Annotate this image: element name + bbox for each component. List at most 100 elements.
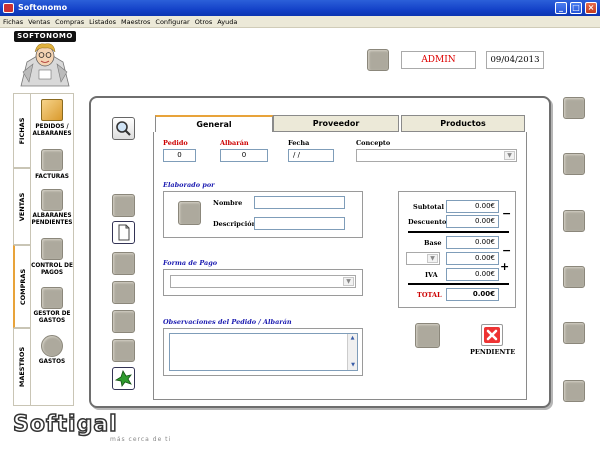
side-item-pedidos-albaranes[interactable]: PEDIDOS / ALBARANES bbox=[28, 124, 76, 138]
exit-icon bbox=[114, 370, 132, 387]
menu-listados[interactable]: Listados bbox=[89, 18, 116, 26]
user-badge: ADMIN bbox=[401, 51, 476, 69]
minus-sign: − bbox=[502, 244, 512, 257]
menu-fichas[interactable]: Fichas bbox=[3, 18, 23, 26]
minimize-button[interactable]: _ bbox=[555, 2, 567, 14]
observaciones-textarea[interactable]: ▲ ▼ bbox=[169, 333, 358, 371]
document-icon[interactable] bbox=[41, 238, 63, 260]
plus-sign: + bbox=[500, 260, 510, 273]
tab-maestros[interactable]: MAESTROS bbox=[13, 328, 30, 406]
descuento-input[interactable]: 0.00€ bbox=[446, 215, 499, 228]
descuento-label: Descuento bbox=[408, 218, 447, 226]
pending-status-button[interactable] bbox=[481, 324, 503, 346]
side-item-control-pagos[interactable]: CONTROL DE PAGOS bbox=[28, 263, 76, 277]
elaborado-title: Elaborado por bbox=[163, 181, 215, 189]
menu-maestros[interactable]: Maestros bbox=[121, 18, 150, 26]
minus-sign: − bbox=[502, 207, 512, 220]
iva-line bbox=[408, 283, 509, 285]
user-icon[interactable] bbox=[367, 49, 389, 71]
fecha-label: Fecha bbox=[288, 139, 310, 147]
document-icon[interactable] bbox=[41, 149, 63, 171]
action-icon[interactable] bbox=[112, 310, 135, 333]
folder-icon[interactable] bbox=[41, 99, 63, 121]
albaran-input[interactable]: 0 bbox=[220, 149, 268, 162]
side-item-facturas[interactable]: FACTURAS bbox=[28, 174, 76, 181]
concepto-label: Concepto bbox=[356, 139, 391, 147]
window-title: Softonomo bbox=[18, 3, 68, 12]
menu-ayuda[interactable]: Ayuda bbox=[217, 18, 237, 26]
iva-value: 0.00€ bbox=[446, 268, 499, 281]
action-icon[interactable] bbox=[563, 153, 585, 175]
maximize-button[interactable]: □ bbox=[570, 2, 582, 14]
menu-compras[interactable]: Compras bbox=[55, 18, 84, 26]
subtotal-label: Subtotal bbox=[413, 203, 444, 211]
iva-rate-select[interactable]: ▼ bbox=[406, 252, 440, 265]
menu-bar: Fichas Ventas Compras Listados Maestros … bbox=[0, 16, 600, 28]
coins-icon[interactable] bbox=[41, 335, 63, 357]
forma-pago-select[interactable]: ▼ bbox=[170, 275, 356, 288]
action-icon[interactable] bbox=[112, 252, 135, 275]
action-icon[interactable] bbox=[112, 281, 135, 304]
logo-text: SOFTONOMO bbox=[14, 31, 76, 42]
subtotal-value: 0.00€ bbox=[446, 200, 499, 213]
side-item-gastos[interactable]: GASTOS bbox=[28, 359, 76, 366]
document-icon[interactable] bbox=[41, 189, 63, 211]
chevron-down-icon: ▼ bbox=[343, 277, 354, 286]
total-value: 0.00€ bbox=[446, 288, 499, 301]
action-icon[interactable] bbox=[112, 194, 135, 217]
chevron-down-icon: ▼ bbox=[427, 254, 438, 263]
date-display: 09/04/2013 bbox=[486, 51, 544, 69]
brand-tagline: más cerca de ti bbox=[110, 436, 172, 443]
pedido-input[interactable]: 0 bbox=[163, 149, 196, 162]
tab-proveedor[interactable]: Proveedor bbox=[273, 115, 399, 132]
action-icon[interactable] bbox=[563, 210, 585, 232]
search-button[interactable] bbox=[112, 117, 135, 140]
fecha-input[interactable]: / / bbox=[288, 149, 334, 162]
forma-pago-title: Forma de Pago bbox=[163, 259, 218, 267]
action-icon[interactable] bbox=[415, 323, 440, 348]
logo-mascot-icon bbox=[20, 43, 70, 87]
nombre-label: Nombre bbox=[213, 199, 243, 207]
base-label: Base bbox=[424, 239, 442, 247]
action-icon[interactable] bbox=[112, 339, 135, 362]
search-icon bbox=[116, 121, 131, 136]
chevron-down-icon: ▼ bbox=[504, 151, 515, 160]
action-icon[interactable] bbox=[563, 97, 585, 119]
tab-general[interactable]: General bbox=[155, 115, 273, 133]
action-icon[interactable] bbox=[563, 322, 585, 344]
tab-productos[interactable]: Productos bbox=[401, 115, 525, 132]
concepto-select[interactable]: ▼ bbox=[356, 149, 517, 162]
close-button[interactable]: × bbox=[585, 2, 597, 14]
new-document-icon bbox=[118, 224, 130, 241]
descripcion-input[interactable] bbox=[254, 217, 345, 230]
person-icon[interactable] bbox=[178, 201, 201, 225]
action-icon[interactable] bbox=[563, 266, 585, 288]
new-document-button[interactable] bbox=[112, 221, 135, 244]
action-icon[interactable] bbox=[563, 380, 585, 402]
app-icon bbox=[3, 3, 14, 13]
scroll-up-icon[interactable]: ▲ bbox=[348, 334, 357, 343]
status-label: PENDIENTE bbox=[470, 348, 516, 356]
nombre-input[interactable] bbox=[254, 196, 345, 209]
brand-logo: Softigal bbox=[12, 411, 118, 438]
scroll-down-icon[interactable]: ▼ bbox=[348, 361, 358, 370]
menu-otros[interactable]: Otros bbox=[195, 18, 213, 26]
observaciones-title: Observaciones del Pedido / Albarán bbox=[163, 318, 292, 326]
subtotal-line bbox=[408, 231, 509, 233]
descripcion-label: Descripción bbox=[213, 220, 257, 228]
rate-value: 0.00€ bbox=[446, 252, 499, 265]
menu-configurar[interactable]: Configurar bbox=[155, 18, 189, 26]
total-label: TOTAL bbox=[417, 291, 442, 299]
gear-icon[interactable] bbox=[41, 287, 63, 309]
base-value: 0.00€ bbox=[446, 236, 499, 249]
window-title-bar: Softonomo bbox=[0, 0, 600, 16]
albaran-label: Albarán bbox=[220, 139, 249, 147]
scrollbar[interactable]: ▲ ▼ bbox=[347, 334, 357, 370]
pedido-label: Pedido bbox=[163, 139, 188, 147]
side-item-gestor-gastos[interactable]: GESTOR DE GASTOS bbox=[28, 311, 76, 325]
iva-label: IVA bbox=[425, 271, 438, 279]
exit-button[interactable] bbox=[112, 367, 135, 390]
x-icon bbox=[484, 327, 500, 343]
menu-ventas[interactable]: Ventas bbox=[28, 18, 50, 26]
side-item-albaranes-pendientes[interactable]: ALBARANES PENDIENTES bbox=[28, 213, 76, 227]
